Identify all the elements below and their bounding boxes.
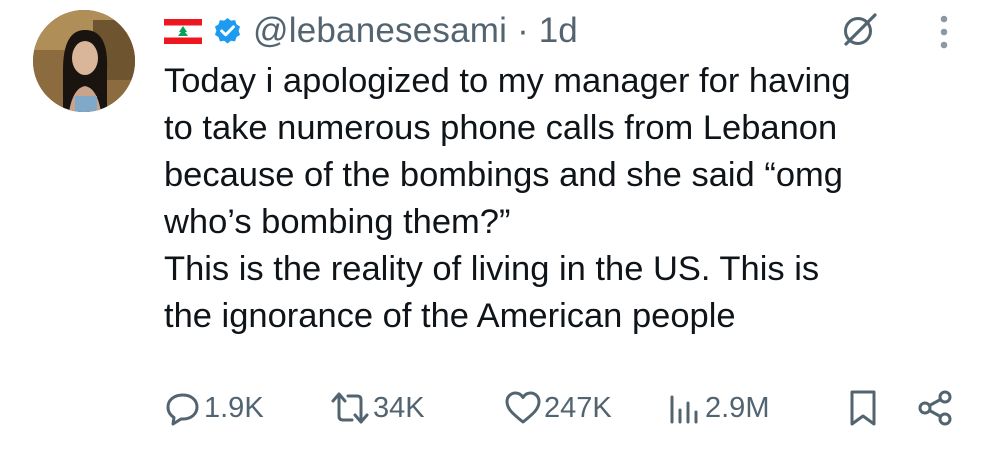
- post-text-line: Today i apologized to my manager for hav…: [164, 62, 851, 100]
- post-header: @lebanesesami · 1d: [164, 8, 578, 54]
- reply-icon: [166, 393, 199, 426]
- reply-button[interactable]: 1.9K: [164, 386, 264, 430]
- views-icon: [670, 395, 698, 424]
- avatar[interactable]: [33, 10, 135, 112]
- post-text-line: because of the bombings and she said “om…: [164, 156, 843, 194]
- avatar-photo: [33, 10, 135, 112]
- repost-button[interactable]: 34K: [329, 386, 425, 430]
- action-bar: 1.9K 34K 247K 2.9M: [164, 386, 954, 430]
- share-icon[interactable]: [916, 389, 954, 427]
- post-time[interactable]: 1d: [539, 11, 578, 51]
- post-text-line: This is the reality of living in the US.…: [164, 250, 820, 288]
- bookmark-icon[interactable]: [848, 389, 878, 427]
- reply-count: 1.9K: [204, 391, 264, 424]
- like-button[interactable]: 247K: [504, 386, 612, 430]
- more-options-icon[interactable]: [937, 12, 951, 52]
- heart-icon: [505, 391, 541, 424]
- lebanon-flag-icon: [164, 18, 202, 44]
- views-button[interactable]: 2.9M: [667, 386, 769, 430]
- grok-icon[interactable]: [842, 12, 878, 48]
- post-text: Today i apologized to my manager for hav…: [164, 58, 984, 340]
- verified-badge-icon: [214, 17, 241, 44]
- repost-count: 34K: [373, 391, 425, 424]
- separator-dot: ·: [517, 11, 529, 50]
- like-count: 247K: [544, 391, 612, 424]
- post-text-line: who’s bombing them?”: [164, 203, 511, 241]
- post-text-line: to take numerous phone calls from Lebano…: [164, 109, 838, 147]
- post-text-line: the ignorance of the American people: [164, 297, 736, 335]
- repost-icon: [331, 392, 369, 424]
- author-handle[interactable]: @lebanesesami: [253, 11, 507, 51]
- view-count: 2.9M: [705, 391, 770, 424]
